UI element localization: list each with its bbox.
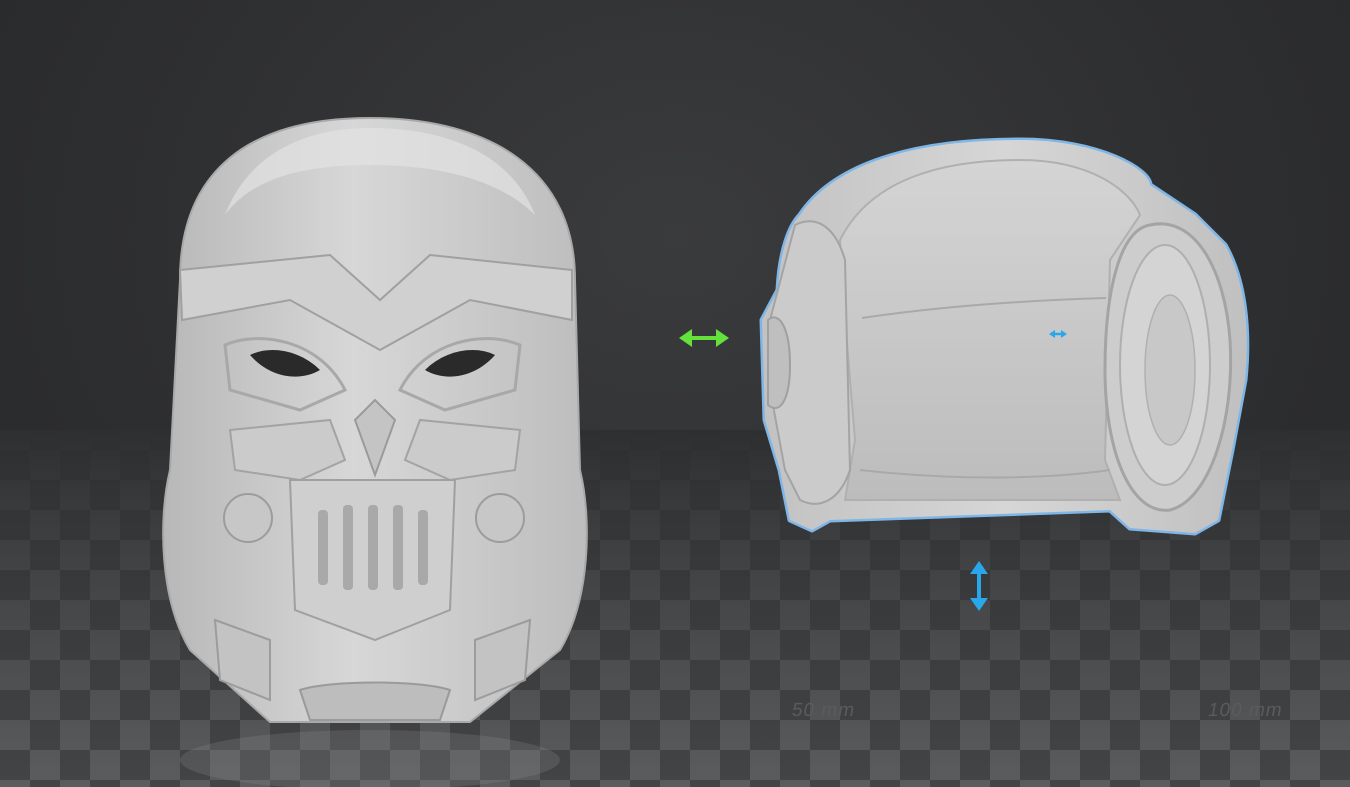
ruler-label-100mm: 100 mm <box>1206 700 1285 721</box>
ruler-label-50mm: 50 mm <box>790 700 858 721</box>
mask-model[interactable] <box>162 116 588 723</box>
move-x-gizmo[interactable] <box>679 329 729 347</box>
3d-viewport[interactable]: 50 mm 100 mm <box>0 0 1350 787</box>
double-arrow-horizontal-icon <box>679 329 729 347</box>
helmet-model[interactable] <box>759 137 1250 536</box>
